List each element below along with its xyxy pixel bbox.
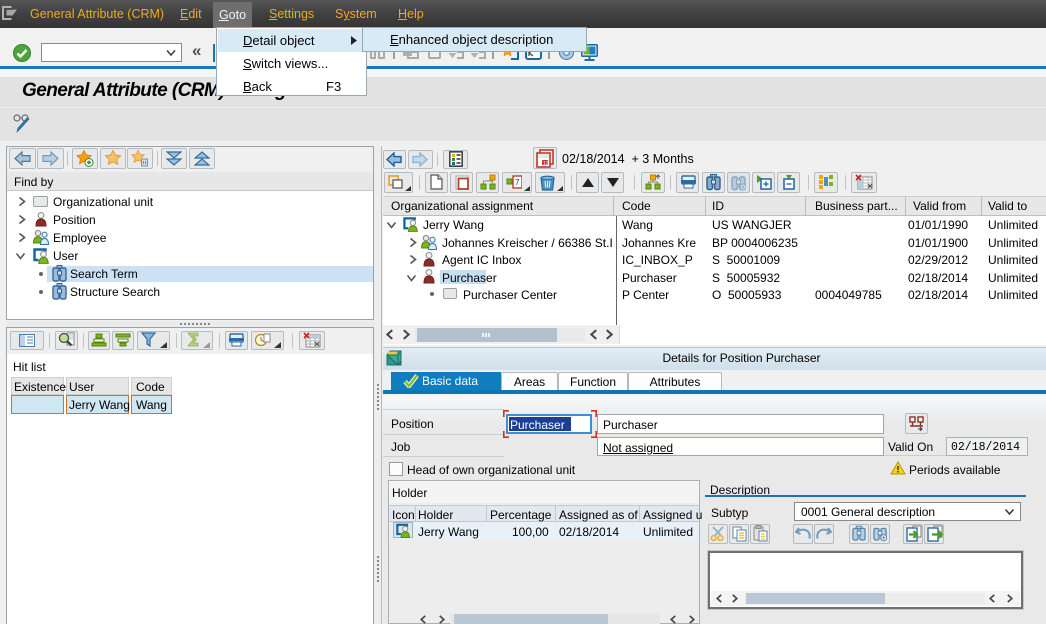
svg-text:12: 12 — [543, 161, 549, 167]
svg-text:7: 7 — [515, 178, 520, 187]
